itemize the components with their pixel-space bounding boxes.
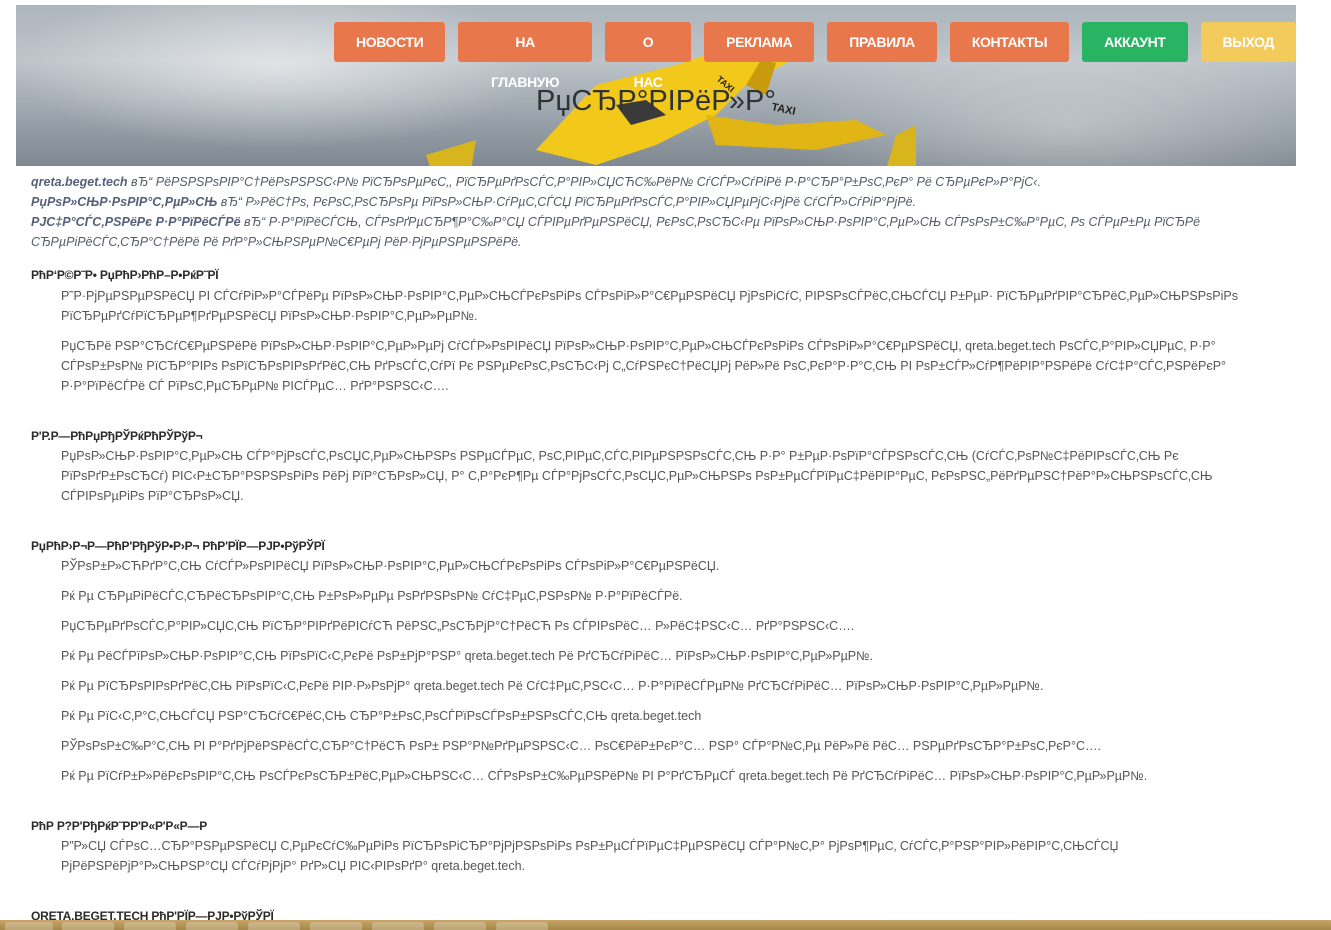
- section-paragraph: Рќ Рµ РїСѓР±Р»РёРєРѕРІР°С‚СЊ РѕСЃРєРѕСЂР…: [61, 769, 1148, 783]
- rules-content: qreta.beget.tech вЂ“ РёРЅРЅРѕРІР°С†РёРѕР…: [0, 0, 1331, 930]
- definition-term: qreta.beget.tech: [31, 175, 128, 189]
- section-paragraph: РџСЂРµРґРѕСЃС‚Р°РІР»СЏС‚СЊ РїСЂР°РІРґРёР…: [61, 619, 855, 633]
- section-paragraph: Р”Р»СЏ СЃРѕС…СЂР°РЅРµРЅРёСЏ С‚РµРєСѓС‰Рµ…: [61, 839, 1119, 873]
- taskbar-app[interactable]: [248, 922, 300, 930]
- section-paragraph: РЎРѕРѕР±С‰Р°С‚СЊ РІ Р°РґРјРёРЅРёСЃС‚СЂР°…: [61, 739, 1102, 753]
- definition-text: вЂ“ Р»РёС†Рѕ, РєРѕС‚РѕСЂРѕРµ РїРѕР»СЊР·С…: [217, 195, 917, 209]
- definition-term: РЈС‡Р°СЃС‚РЅРёРє Р·Р°РїРёСЃРё: [31, 215, 241, 229]
- taskbar-app[interactable]: [124, 922, 176, 930]
- definition-project: qreta.beget.tech вЂ“ РёРЅРЅРѕРІР°С†РёРѕР…: [31, 172, 1231, 192]
- section-paragraph: РЎРѕР±Р»СЋРґР°С‚СЊ СѓСЃР»РѕРІРёСЏ РїРѕР»…: [61, 559, 720, 573]
- section-paragraph: Рќ Рµ СЂРµРіРёСЃС‚СЂРёСЂРѕРІР°С‚СЊ Р±РѕР…: [61, 589, 683, 603]
- section-paragraph: РџСЂРё РЅР°СЂСѓС€РµРЅРёРё РїРѕР»СЊР·РѕРІ…: [61, 339, 1227, 393]
- section-heading-restrictions: РћР Р?Р'РђРќР˜Р­Р'Р«Р'Р«Р—Р: [31, 819, 208, 833]
- section-paragraph: РџРѕР»СЊР·РѕРІР°С‚РµР»СЊ СЃР°РјРѕСЃС‚РѕС…: [61, 449, 1213, 503]
- os-taskbar: [0, 920, 1331, 930]
- definition-account: РЈС‡Р°СЃС‚РЅРёРє Р·Р°РїРёСЃРё вЂ“ Р·Р°Рї…: [31, 212, 1231, 252]
- section-paragraph: Рќ Рµ РїСЂРѕРІРѕРґРёС‚СЊ РїРѕРїС‹С‚РєРё …: [61, 679, 1044, 693]
- definition-user: РџРѕР»СЊР·РѕРІР°С‚РµР»СЊ вЂ“ Р»РёС†Рѕ, Р…: [31, 192, 1231, 212]
- taskbar-app[interactable]: [496, 922, 548, 930]
- taskbar-app[interactable]: [372, 922, 424, 930]
- section-heading-user-obligations: РџРћР›Р¬Р—РћР'РђРўР•Р›Р¬ РћР'РЇР—РЈР•РўР…: [31, 539, 325, 553]
- taskbar-app[interactable]: [434, 922, 486, 930]
- start-button[interactable]: [5, 922, 53, 930]
- definitions-block: qreta.beget.tech вЂ“ РёРЅРЅРѕРІР°С†РёРѕР…: [31, 172, 1231, 252]
- definition-term: РџРѕР»СЊР·РѕРІР°С‚РµР»СЊ: [31, 195, 218, 209]
- section-heading-security: Р'Р.Р—РћРџРђРЎРќРћРЎРўР¬: [31, 429, 203, 443]
- section-paragraph: Рќ Рµ РїС‹С‚Р°С‚СЊСЃСЏ РЅР°СЂСѓС€РёС‚СЊ …: [61, 709, 702, 723]
- definition-text: вЂ“ РёРЅРЅРѕРІР°С†РёРѕРЅРЅС‹Р№ РїСЂРѕРµР…: [127, 175, 1041, 189]
- section-paragraph: Р˜Р·РјРµРЅРµРЅРёСЏ РІ СЃСѓРіР»Р°СЃРёРµ Р…: [61, 289, 1239, 323]
- taskbar-app[interactable]: [186, 922, 238, 930]
- section-paragraph: Рќ Рµ РёСЃРїРѕР»СЊР·РѕРІР°С‚СЊ РїРѕРїС‹С…: [61, 649, 874, 663]
- section-heading-general: РћР‘Р©Р˜Р• РџРћР›РћР–Р•РќР˜РЇ: [31, 268, 219, 282]
- taskbar-app[interactable]: [62, 922, 114, 930]
- taskbar-app[interactable]: [310, 922, 362, 930]
